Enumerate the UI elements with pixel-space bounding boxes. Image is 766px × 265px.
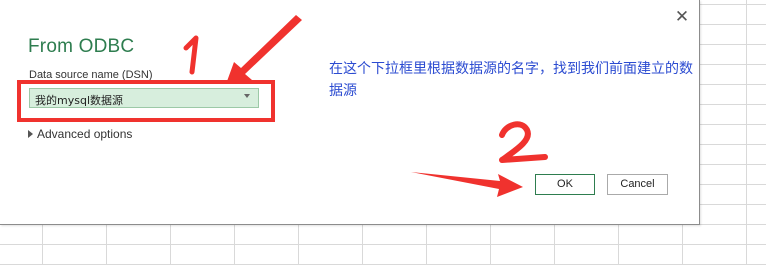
cancel-button[interactable]: Cancel — [607, 174, 668, 195]
expand-triangle-icon — [28, 129, 33, 138]
ok-button[interactable]: OK — [535, 174, 595, 195]
dialog-title: From ODBC — [28, 36, 135, 57]
annotation-instruction: 在这个下拉框里根据数据源的名字，找到我们前面建立的数 据源 — [329, 58, 749, 102]
annotation-instruction-line1: 在这个下拉框里根据数据源的名字，找到我们前面建立的数 — [329, 61, 693, 77]
annotation-instruction-line2: 据源 — [329, 83, 357, 99]
close-icon[interactable]: ✕ — [674, 9, 690, 26]
advanced-options-label: Advanced options — [37, 127, 133, 141]
annotation-highlight-box — [17, 80, 275, 122]
advanced-options-toggle[interactable]: Advanced options — [28, 127, 132, 141]
